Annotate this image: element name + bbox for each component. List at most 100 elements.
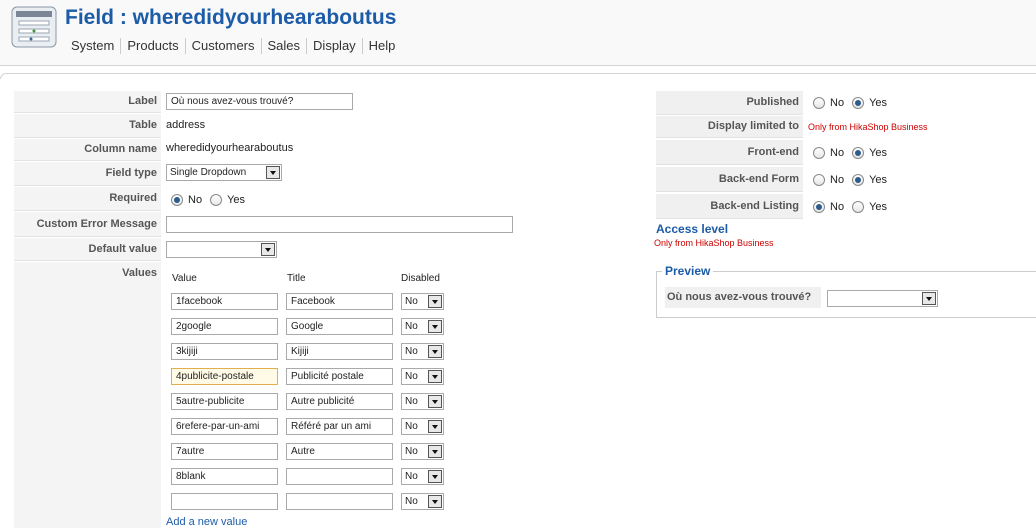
chevron-down-icon: [428, 445, 442, 458]
disabled-selected: No: [405, 296, 418, 307]
value-input[interactable]: 4publicite-postale: [171, 368, 278, 385]
add-new-value-link[interactable]: Add a new value: [166, 516, 247, 528]
preview-select[interactable]: [827, 290, 938, 307]
menu-system[interactable]: System: [71, 38, 120, 54]
display-limited-note: Only from HikaShop Business: [808, 122, 928, 132]
disabled-selected: No: [405, 346, 418, 357]
chevron-down-icon: [261, 243, 275, 256]
disabled-select[interactable]: No: [401, 393, 444, 410]
custom-error-caption: Custom Error Message: [14, 212, 161, 237]
values-col-disabled: Disabled: [401, 273, 440, 284]
disabled-select[interactable]: No: [401, 368, 444, 385]
display-limited-caption: Display limited to: [656, 116, 803, 138]
title-input[interactable]: Kijiji: [286, 343, 393, 360]
value-input[interactable]: 2google: [171, 318, 278, 335]
disabled-select[interactable]: No: [401, 343, 444, 360]
title-input[interactable]: Publicité postale: [286, 368, 393, 385]
published-yes-radio[interactable]: [852, 97, 865, 109]
disabled-selected: No: [405, 321, 418, 332]
disabled-selected: No: [405, 496, 418, 507]
title-input[interactable]: Google: [286, 318, 393, 335]
backend-form-yes-label: Yes: [869, 174, 888, 186]
column-name-caption: Column name: [14, 139, 161, 161]
access-level-title: Access level: [656, 222, 729, 236]
title-input[interactable]: Autre: [286, 443, 393, 460]
menu-products[interactable]: Products: [120, 38, 184, 54]
values-col-title: Title: [287, 273, 306, 284]
title-input[interactable]: Facebook: [286, 293, 393, 310]
title-input[interactable]: [286, 468, 393, 485]
content-border: [0, 73, 1036, 79]
menu-display[interactable]: Display: [306, 38, 362, 54]
published-caption: Published: [656, 91, 803, 115]
value-input[interactable]: [171, 493, 278, 510]
required-yes-radio[interactable]: [210, 194, 223, 206]
published-no-radio[interactable]: [813, 97, 825, 109]
table-value: address: [166, 119, 206, 131]
value-input[interactable]: 7autre: [171, 443, 278, 460]
preview-legend: Preview: [662, 264, 714, 278]
disabled-selected: No: [405, 446, 418, 457]
default-value-select[interactable]: [166, 241, 277, 258]
required-no-radio[interactable]: [171, 194, 183, 206]
chevron-down-icon: [428, 295, 442, 308]
custom-error-input[interactable]: [166, 216, 513, 233]
disabled-select[interactable]: No: [401, 318, 444, 335]
front-end-radio-group: No Yes: [813, 147, 895, 159]
field-type-caption: Field type: [14, 162, 161, 186]
backend-listing-no-radio[interactable]: [813, 201, 825, 213]
default-value-caption: Default value: [14, 238, 161, 261]
value-input[interactable]: 6refere-par-un-ami: [171, 418, 278, 435]
disabled-select[interactable]: No: [401, 468, 444, 485]
disabled-select[interactable]: No: [401, 443, 444, 460]
chevron-down-icon: [428, 345, 442, 358]
backend-form-no-radio[interactable]: [813, 174, 825, 186]
field-settings-icon: [11, 6, 57, 48]
required-no-label: No: [188, 194, 203, 206]
chevron-down-icon: [922, 292, 936, 305]
preview-label: Où nous avez-vous trouvé?: [665, 287, 821, 308]
chevron-down-icon: [428, 395, 442, 408]
backend-listing-yes-radio[interactable]: [852, 201, 865, 213]
chevron-down-icon: [428, 320, 442, 333]
disabled-select[interactable]: No: [401, 493, 444, 510]
title-input[interactable]: [286, 493, 393, 510]
disabled-select[interactable]: No: [401, 293, 444, 310]
front-end-caption: Front-end: [656, 140, 803, 165]
disabled-selected: No: [405, 371, 418, 382]
value-input[interactable]: 8blank: [171, 468, 278, 485]
disabled-select[interactable]: No: [401, 418, 444, 435]
value-input[interactable]: 3kijiji: [171, 343, 278, 360]
front-end-no-radio[interactable]: [813, 147, 825, 159]
page-title: Field : wheredidyourhearaboutus: [65, 6, 397, 29]
menu-sales[interactable]: Sales: [260, 38, 307, 54]
front-end-no-label: No: [830, 147, 845, 159]
disabled-selected: No: [405, 396, 418, 407]
value-input[interactable]: 5autre-publicite: [171, 393, 278, 410]
chevron-down-icon: [428, 495, 442, 508]
required-yes-label: Yes: [227, 194, 246, 206]
front-end-yes-radio[interactable]: [852, 147, 865, 159]
disabled-selected: No: [405, 421, 418, 432]
backend-listing-no-label: No: [830, 201, 845, 213]
title-input[interactable]: Référé par un ami: [286, 418, 393, 435]
label-input[interactable]: Où nous avez-vous trouvé?: [166, 93, 353, 110]
backend-listing-yes-label: Yes: [869, 201, 888, 213]
main-menu: System Products Customers Sales Display …: [71, 38, 401, 54]
backend-form-caption: Back-end Form: [656, 167, 803, 192]
title-input[interactable]: Autre publicité: [286, 393, 393, 410]
column-name-value: wheredidyourhearaboutus: [166, 142, 294, 154]
field-type-select[interactable]: Single Dropdown: [166, 164, 282, 181]
label-caption: Label: [14, 91, 161, 113]
backend-listing-radio-group: No Yes: [813, 201, 895, 213]
value-input[interactable]: 1facebook: [171, 293, 278, 310]
menu-help[interactable]: Help: [361, 38, 402, 54]
required-radio-group: No Yes: [171, 194, 253, 206]
published-radio-group: No Yes: [813, 97, 895, 109]
published-no-label: No: [830, 97, 845, 109]
values-caption: Values: [14, 262, 161, 528]
backend-form-yes-radio[interactable]: [852, 174, 865, 186]
menu-customers[interactable]: Customers: [184, 38, 261, 54]
chevron-down-icon: [428, 420, 442, 433]
disabled-selected: No: [405, 471, 418, 482]
